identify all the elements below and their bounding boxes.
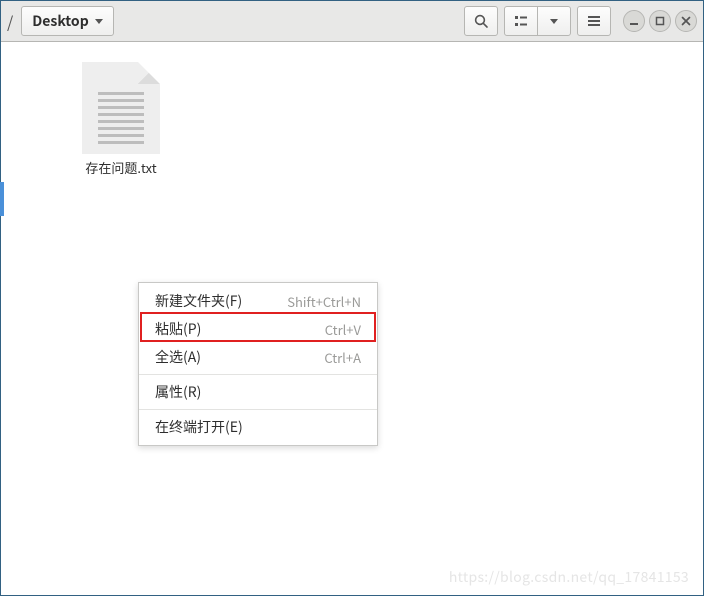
maximize-icon xyxy=(655,16,665,26)
context-menu: 新建文件夹(F) Shift+Ctrl+N 粘贴(P) Ctrl+V 全选(A)… xyxy=(138,282,378,446)
menu-item-open-terminal[interactable]: 在终端打开(E) xyxy=(139,413,377,441)
search-button[interactable] xyxy=(464,6,498,36)
menu-separator xyxy=(139,409,377,410)
menu-item-label: 粘贴(P) xyxy=(155,319,201,339)
path-separator: / xyxy=(7,9,15,33)
search-icon xyxy=(473,13,489,29)
watermark: https://blog.csdn.net/qq_17841153 xyxy=(449,567,689,587)
hamburger-menu-button[interactable] xyxy=(577,6,611,36)
text-file-icon xyxy=(82,62,160,154)
close-icon xyxy=(681,16,691,26)
menu-item-accel: Shift+Ctrl+N xyxy=(287,292,361,311)
menu-item-label: 全选(A) xyxy=(155,347,201,367)
view-options-button[interactable] xyxy=(537,6,571,36)
menu-item-label: 在终端打开(E) xyxy=(155,417,243,437)
view-list-button[interactable] xyxy=(504,6,538,36)
menu-icon xyxy=(586,13,602,29)
toolbar: / Desktop xyxy=(1,1,703,42)
menu-item-label: 属性(R) xyxy=(155,382,201,402)
menu-item-accel: Ctrl+A xyxy=(324,348,361,367)
maximize-button[interactable] xyxy=(649,10,671,32)
minimize-button[interactable] xyxy=(623,10,645,32)
chevron-down-icon xyxy=(95,19,103,24)
view-switcher xyxy=(504,6,571,36)
location-button[interactable]: Desktop xyxy=(21,6,113,36)
menu-item-label: 新建文件夹(F) xyxy=(155,291,242,311)
location-label: Desktop xyxy=(32,11,88,31)
menu-item-new-folder[interactable]: 新建文件夹(F) Shift+Ctrl+N xyxy=(139,287,377,315)
menu-item-accel: Ctrl+V xyxy=(325,320,361,339)
chevron-down-icon xyxy=(550,19,558,24)
file-name: 存在问题.txt xyxy=(61,158,181,177)
menu-item-select-all[interactable]: 全选(A) Ctrl+A xyxy=(139,343,377,371)
menu-item-paste[interactable]: 粘贴(P) Ctrl+V xyxy=(139,315,377,343)
list-icon xyxy=(513,13,529,29)
file-item[interactable]: 存在问题.txt xyxy=(61,62,181,177)
menu-item-properties[interactable]: 属性(R) xyxy=(139,378,377,406)
selection-indicator xyxy=(0,182,4,216)
minimize-icon xyxy=(629,16,639,26)
window-controls xyxy=(623,10,697,32)
menu-separator xyxy=(139,374,377,375)
file-pane[interactable]: 存在问题.txt 新建文件夹(F) Shift+Ctrl+N 粘贴(P) Ctr… xyxy=(1,42,703,595)
close-button[interactable] xyxy=(675,10,697,32)
